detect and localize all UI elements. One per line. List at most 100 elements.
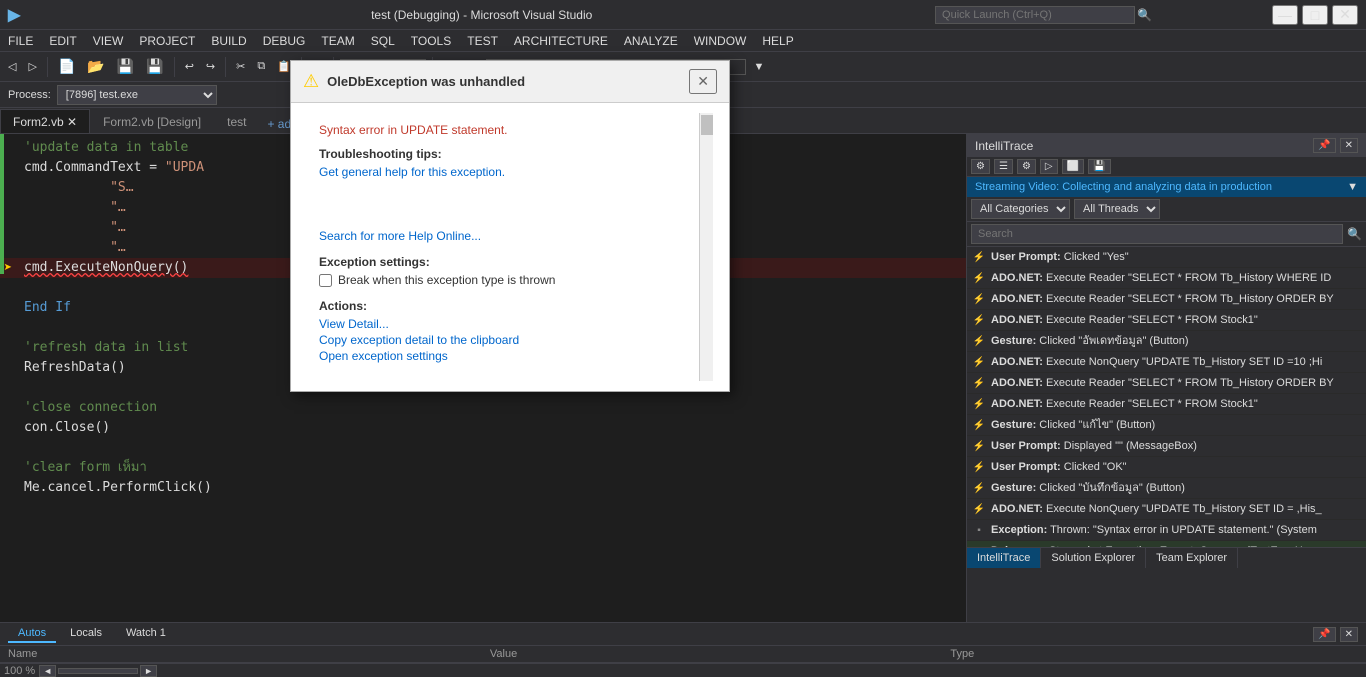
menu-view[interactable]: VIEW	[85, 30, 132, 52]
save-all-button[interactable]: 💾	[142, 56, 167, 77]
horizontal-scrollbar[interactable]: 100 % ◄ ►	[0, 663, 1366, 677]
tab-form2design[interactable]: Form2.vb [Design]	[90, 109, 214, 133]
tab-team-explorer[interactable]: Team Explorer	[1146, 548, 1238, 568]
open-exception-settings-link[interactable]: Open exception settings	[319, 349, 687, 363]
general-help-link[interactable]: Get general help for this exception.	[319, 165, 687, 179]
vs-logo: ▶	[8, 5, 20, 25]
line-gutter	[0, 438, 16, 458]
it-toolbar-btn2[interactable]: ☰	[994, 159, 1013, 174]
cut-button[interactable]: ✂	[232, 58, 249, 75]
it-event-item[interactable]: ⚡ Gesture: Clicked "บันทึกข้อมูล" (Butto…	[967, 478, 1366, 499]
menu-help[interactable]: HELP	[754, 30, 801, 52]
line-content: 'clear form เห็มา	[16, 458, 966, 478]
locals-close-button[interactable]: ✕	[1340, 627, 1358, 642]
intellitrace-streaming[interactable]: Streaming Video: Collecting and analyzin…	[967, 177, 1366, 197]
minimize-button[interactable]: —	[1272, 5, 1298, 25]
it-event-item[interactable]: ⚡ ADO.NET: Execute Reader "SELECT * FROM…	[967, 289, 1366, 310]
line-gutter	[0, 358, 16, 378]
zoom-decrease-button[interactable]: ◄	[39, 665, 56, 677]
copy-button[interactable]: ⧉	[253, 58, 269, 75]
menu-edit[interactable]: EDIT	[41, 30, 84, 52]
dialog-scrollbar[interactable]	[699, 113, 713, 381]
menu-build[interactable]: BUILD	[203, 30, 254, 52]
it-event-item[interactable]: ⚡ ADO.NET: Execute Reader "SELECT * FROM…	[967, 394, 1366, 415]
it-event-item[interactable]: ⚡ User Prompt: Displayed "" (MessageBox)	[967, 436, 1366, 457]
intellitrace-events[interactable]: ⚡ User Prompt: Clicked "Yes" ⚡ ADO.NET: …	[967, 247, 1366, 547]
search-icon: 🔍	[1347, 227, 1362, 241]
tab-intellitrace[interactable]: IntelliTrace	[967, 548, 1041, 568]
new-project-button[interactable]: 📄	[54, 56, 79, 77]
threads-select[interactable]: All Threads	[1074, 199, 1160, 219]
menu-test[interactable]: TEST	[459, 30, 506, 52]
menu-sql[interactable]: SQL	[363, 30, 403, 52]
forward-button[interactable]: ▷	[24, 58, 40, 75]
it-close-panel-button[interactable]: ✕	[1340, 138, 1358, 153]
it-event-item[interactable]: ▪ Exception: Thrown: "Syntax error in UP…	[967, 520, 1366, 541]
tab-autos[interactable]: Autos	[8, 625, 56, 643]
search-help-link[interactable]: Search for more Help Online...	[319, 229, 687, 243]
close-button[interactable]: ✕	[1332, 5, 1358, 25]
intellitrace-search-input[interactable]	[971, 224, 1343, 244]
intellitrace-filters: All Categories All Threads	[967, 197, 1366, 222]
menu-team[interactable]: TEAM	[313, 30, 362, 52]
menu-tools[interactable]: TOOLS	[403, 30, 459, 52]
locals-tabs: Autos Locals Watch 1	[8, 625, 176, 643]
it-event-item[interactable]: ⚡ ADO.NET: Execute Reader "SELECT * FROM…	[967, 310, 1366, 331]
categories-select[interactable]: All Categories	[971, 199, 1070, 219]
event-text: Exception: Thrown: "Syntax error in UPDA…	[991, 522, 1362, 538]
menu-architecture[interactable]: ARCHITECTURE	[506, 30, 616, 52]
it-toolbar-btn1[interactable]: ⚙	[971, 159, 990, 174]
scrollbar-thumb[interactable]	[701, 115, 713, 135]
copy-exception-link[interactable]: Copy exception detail to the clipboard	[319, 333, 687, 347]
dialog-body: Syntax error in UPDATE statement. Troubl…	[291, 103, 729, 391]
quick-launch-input[interactable]	[935, 6, 1135, 24]
tab-watch1[interactable]: Watch 1	[116, 625, 176, 643]
it-event-item[interactable]: ⚡ Gesture: Clicked "อัพเดทข้อมูล" (Butto…	[967, 331, 1366, 352]
it-toolbar-btn3[interactable]: ⚙	[1017, 159, 1036, 174]
streaming-text: Streaming Video: Collecting and analyzin…	[975, 181, 1272, 193]
locals-pin-button[interactable]: 📌	[1313, 627, 1335, 642]
menu-bar: FILE EDIT VIEW PROJECT BUILD DEBUG TEAM …	[0, 30, 1366, 52]
it-save-button[interactable]: 💾	[1088, 159, 1110, 174]
undo-button[interactable]: ↩	[181, 58, 198, 75]
lightning-icon: ⚡	[971, 375, 987, 391]
menu-file[interactable]: FILE	[0, 30, 41, 52]
open-button[interactable]: 📂	[83, 56, 108, 77]
break-checkbox[interactable]	[319, 274, 332, 287]
menu-project[interactable]: PROJECT	[131, 30, 203, 52]
view-detail-link[interactable]: View Detail...	[319, 317, 687, 331]
it-toolbar-btn4[interactable]: ▷	[1040, 159, 1058, 174]
lightning-icon: ⚡	[971, 501, 987, 517]
line-gutter	[0, 418, 16, 438]
redo-button[interactable]: ↪	[202, 58, 219, 75]
dialog-close-button[interactable]: ✕	[689, 69, 717, 94]
it-event-item[interactable]: ⚡ ADO.NET: Execute Reader "SELECT * FROM…	[967, 373, 1366, 394]
frame-dropdown[interactable]: ▼	[750, 59, 769, 75]
maximize-button[interactable]: □	[1302, 5, 1328, 25]
it-event-item[interactable]: ⚡ Gesture: Clicked "แก้ไข" (Button)	[967, 415, 1366, 436]
scrollbar-track[interactable]	[58, 668, 138, 674]
save-button[interactable]: 💾	[113, 56, 138, 77]
it-toolbar-btn5[interactable]: ⬜	[1062, 159, 1084, 174]
it-event-item[interactable]: ⚡ User Prompt: Clicked "Yes"	[967, 247, 1366, 268]
tab-test[interactable]: test	[214, 109, 259, 133]
toolbar-sep3	[225, 57, 226, 77]
zoom-increase-button[interactable]: ►	[140, 665, 157, 677]
intellitrace-search: 🔍	[967, 222, 1366, 247]
it-event-item[interactable]: ⚡ ADO.NET: Execute NonQuery "UPDATE Tb_H…	[967, 499, 1366, 520]
menu-analyze[interactable]: ANALYZE	[616, 30, 686, 52]
it-event-item[interactable]: ⚡ ADO.NET: Execute NonQuery "UPDATE Tb_H…	[967, 352, 1366, 373]
lightning-icon: ⚡	[971, 270, 987, 286]
it-pin-button[interactable]: 📌	[1313, 138, 1335, 153]
lightning-icon: ⚡	[971, 438, 987, 454]
event-text: User Prompt: Displayed "" (MessageBox)	[991, 438, 1362, 454]
tab-solution-explorer[interactable]: Solution Explorer	[1041, 548, 1146, 568]
it-event-item[interactable]: ⚡ ADO.NET: Execute Reader "SELECT * FROM…	[967, 268, 1366, 289]
back-button[interactable]: ◁	[4, 58, 20, 75]
process-select[interactable]: [7896] test.exe	[57, 85, 217, 105]
menu-window[interactable]: WINDOW	[686, 30, 755, 52]
tab-locals[interactable]: Locals	[60, 625, 112, 643]
tab-form2vb[interactable]: Form2.vb ✕	[0, 109, 90, 133]
it-event-item[interactable]: ⚡ User Prompt: Clicked "OK"	[967, 457, 1366, 478]
menu-debug[interactable]: DEBUG	[255, 30, 314, 52]
